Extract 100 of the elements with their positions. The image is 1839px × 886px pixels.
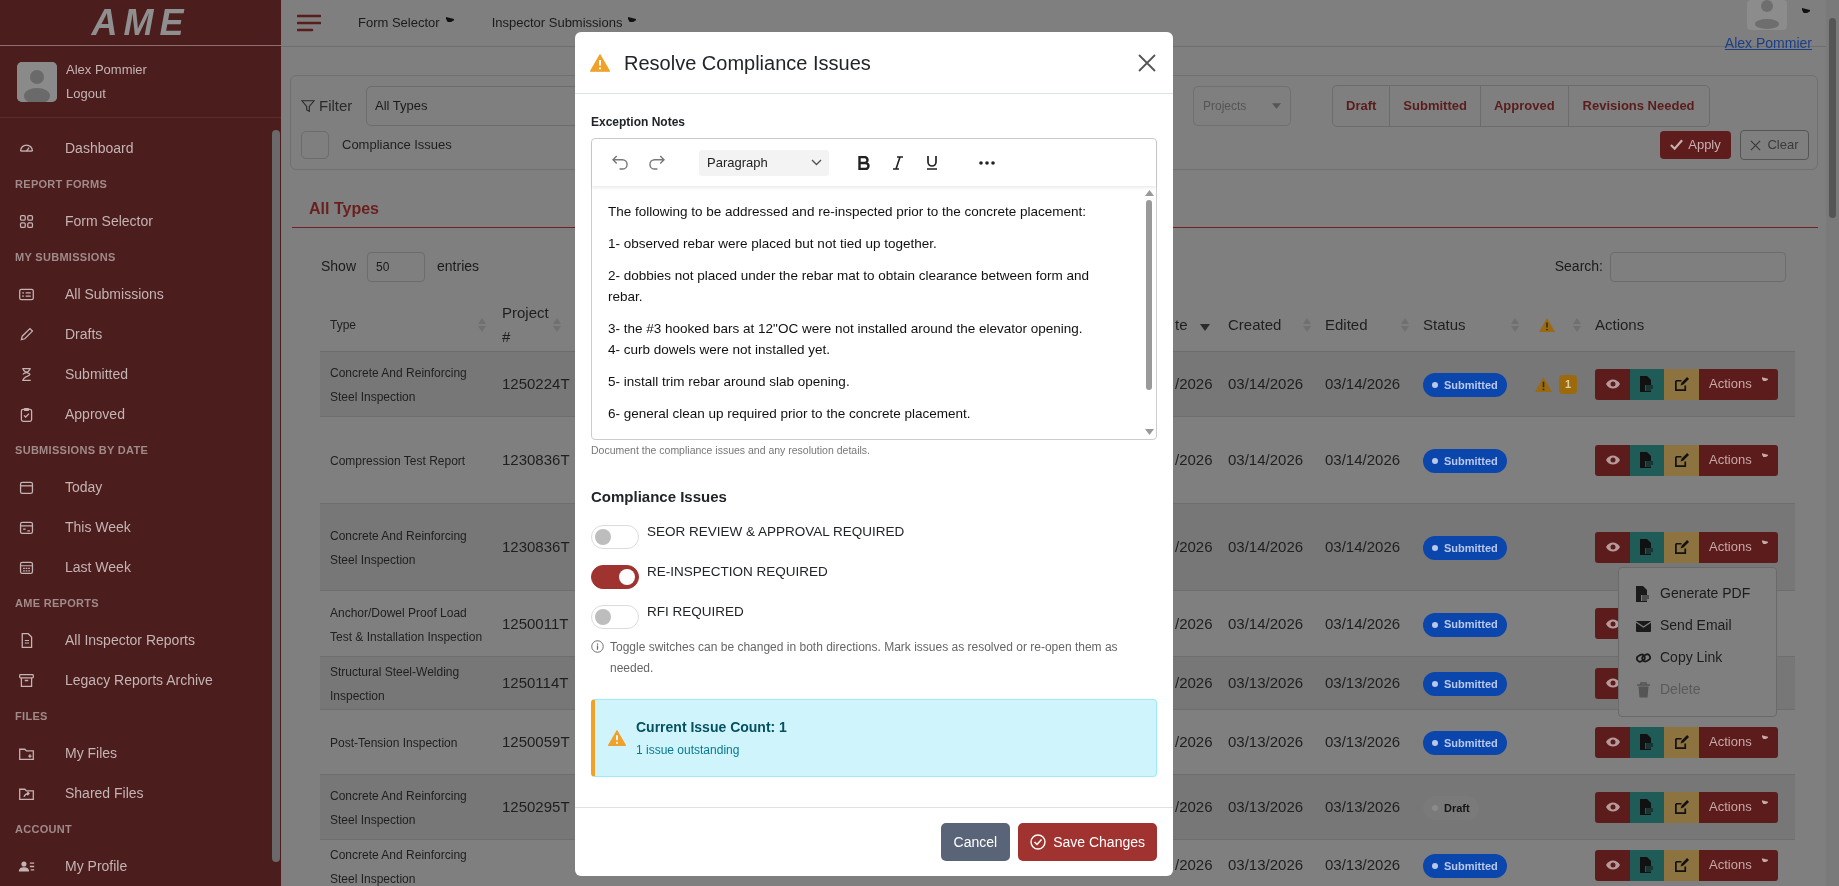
pdf-button[interactable] [1630,444,1664,476]
table-cell: 03/13/2026 [1325,674,1401,691]
field-label: Exception Notes [591,114,687,131]
sidebar-item[interactable]: Today [0,467,269,507]
menu-item[interactable]: Send Email [1619,609,1776,642]
edit-button[interactable] [1664,791,1699,823]
pdf-button[interactable] [1630,368,1664,400]
menu-item[interactable]: Copy Link [1619,641,1776,674]
eye-icon [1604,541,1621,553]
alert-text: 1 issue outstanding [636,742,741,760]
sidebar-item[interactable]: Drafts [0,314,269,354]
more-button[interactable] [979,160,995,165]
rich-text-editor[interactable] [591,138,1157,440]
column-header[interactable]: te [1175,313,1188,337]
status-filter-button[interactable]: Revisions Needed [1567,86,1709,126]
eye-icon [1604,454,1621,466]
actions-button[interactable]: Actions [1699,849,1778,881]
status-filter-button[interactable]: Approved [1479,86,1568,126]
sidebar-item[interactable]: My Profile [0,846,269,886]
help-text: Document the compliance issues and any resolution details. [591,443,871,458]
table-cell: 1250224T [502,375,570,392]
sidebar-item[interactable]: Last Week [0,547,269,587]
pdf-button[interactable] [1630,531,1664,563]
table-cell: Compression Test Report [330,454,466,468]
table-cell: Concrete And Reinforcing Steel Inspection [330,848,467,886]
close-button[interactable] [1138,53,1156,72]
pdf-button[interactable] [1630,791,1664,823]
edit-button[interactable] [1664,726,1699,758]
table-cell: 03/14/2026 [1228,614,1304,632]
cancel-button[interactable]: Cancel [940,823,1011,861]
actions-button[interactable]: Actions [1699,368,1778,400]
column-header[interactable]: Created [1228,313,1282,337]
status-badge: Submitted [1423,854,1507,878]
view-button[interactable] [1595,849,1630,881]
status-filter-button[interactable]: Submitted [1389,86,1480,126]
undo-icon[interactable] [612,155,629,170]
view-button[interactable] [1595,368,1630,400]
sidebar-item[interactable]: Shared Files [0,773,269,813]
format-select[interactable]: Paragraph [699,149,829,176]
sidebar-item[interactable]: All Submissions [0,274,269,314]
actions-button[interactable]: Actions [1699,726,1778,758]
pdf-file-icon [1640,799,1654,815]
edit-button[interactable] [1664,444,1699,476]
scroll-up-icon[interactable] [1144,190,1154,196]
column-header[interactable]: Project # [502,301,552,349]
status-filter-button[interactable]: Draft [1333,86,1390,126]
sidebar-item[interactable]: Approved [0,394,269,434]
view-button[interactable] [1595,791,1630,823]
warning-icon [1539,318,1555,332]
menu-item[interactable]: Generate PDF [1619,577,1776,610]
scrollbar[interactable] [1829,18,1836,218]
sidebar-item[interactable]: My Files [0,733,269,773]
sidebar-item[interactable]: All Inspector Reports [0,620,269,660]
scrollbar[interactable] [272,130,280,862]
table-cell: Concrete And Reinforcing Steel Inspection [330,529,467,567]
toggle-switch[interactable] [591,565,639,590]
menu-icon[interactable] [297,13,321,33]
apply-button[interactable]: Apply [1660,131,1731,159]
entries-select[interactable]: 50 [367,251,426,282]
edit-button[interactable] [1664,531,1699,563]
nav-link[interactable]: Inspector Submissions [491,13,637,33]
table-cell: 03/13/2026 [1228,798,1304,815]
sidebar-item[interactable]: Form Selector [0,201,269,241]
search-label: Search: [1554,257,1603,276]
column-header[interactable]: Type [330,313,356,337]
sidebar-item[interactable]: This Week [0,507,269,547]
edit-icon [1674,539,1689,555]
actions-button[interactable]: Actions [1699,444,1778,476]
card-title: All Types [309,198,379,219]
sidebar-item[interactable]: Submitted [0,354,269,394]
pdf-button[interactable] [1630,849,1664,881]
column-header[interactable]: Edited [1325,313,1368,337]
column-header[interactable]: Status [1423,313,1466,337]
save-button[interactable]: Save Changes [1018,823,1157,861]
trash-icon [1636,681,1651,698]
view-button[interactable] [1595,531,1630,563]
logout-link[interactable]: Logout [66,83,106,104]
table-cell: /2026 [1175,856,1213,873]
actions-button[interactable]: Actions [1699,791,1778,823]
view-button[interactable] [1595,444,1630,476]
sidebar-item[interactable]: Legacy Reports Archive [0,660,269,700]
view-button[interactable] [1595,726,1630,758]
edit-button[interactable] [1664,849,1699,881]
caret-icon [1761,797,1768,804]
table-cell: 03/14/2026 [1228,375,1304,392]
dialog-title: Resolve Compliance Issues [624,50,871,76]
scroll-down-icon[interactable] [1144,429,1154,435]
pdf-file-icon [1640,734,1654,750]
edit-button[interactable] [1664,368,1699,400]
paragraph: 6- general clean up required prior to the concrete placement. [608,405,972,423]
section-heading: AME REPORTS [15,596,99,612]
pdf-button[interactable] [1630,726,1664,758]
redo-icon[interactable] [648,155,665,170]
sidebar-item[interactable]: Dashboard [0,128,269,168]
check-circle-icon [1030,834,1047,850]
scrollbar[interactable] [1146,200,1152,390]
table-cell: 03/13/2026 [1325,856,1401,873]
column-header[interactable]: Actions [1595,313,1645,337]
actions-button[interactable]: Actions [1699,531,1778,563]
nav-link[interactable]: Form Selector [358,13,454,33]
